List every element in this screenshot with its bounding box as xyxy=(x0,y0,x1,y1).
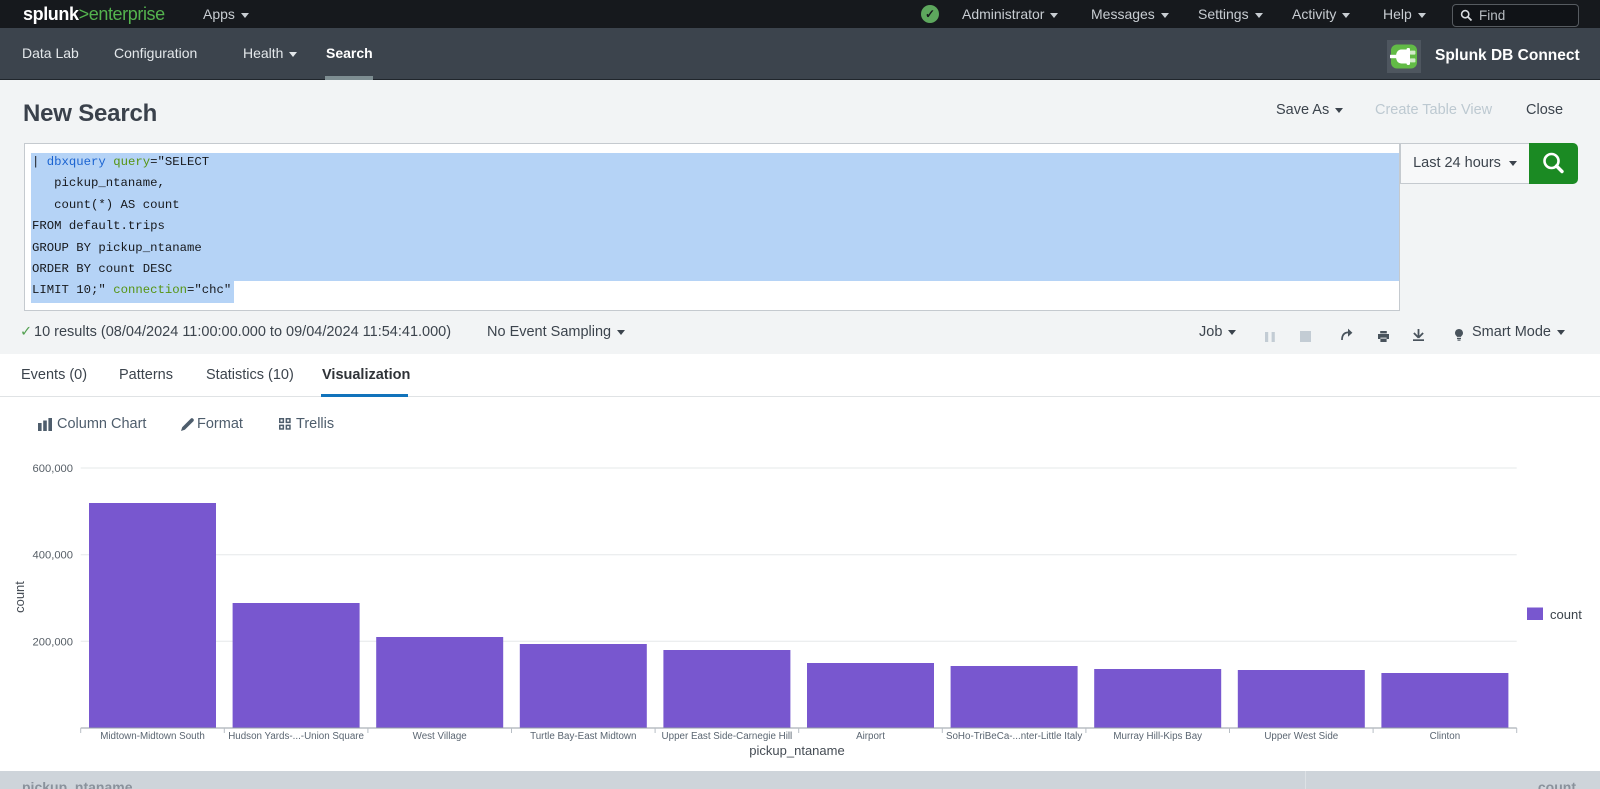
svg-text:Turtle Bay-East Midtown: Turtle Bay-East Midtown xyxy=(530,731,636,742)
svg-text:Murray Hill-Kips Bay: Murray Hill-Kips Bay xyxy=(1113,731,1202,742)
svg-text:Airport: Airport xyxy=(856,731,885,742)
svg-text:Clinton: Clinton xyxy=(1430,731,1461,742)
svg-text:200,000: 200,000 xyxy=(33,636,73,648)
svg-text:pickup_ntaname: pickup_ntaname xyxy=(749,743,844,758)
svg-text:count: count xyxy=(1550,607,1582,622)
svg-text:Midtown-Midtown South: Midtown-Midtown South xyxy=(100,731,205,742)
svg-text:600,000: 600,000 xyxy=(33,463,73,475)
svg-text:SoHo-TriBeCa-...nter-Little It: SoHo-TriBeCa-...nter-Little Italy xyxy=(946,731,1082,742)
svg-text:Upper East Side-Carnegie Hill: Upper East Side-Carnegie Hill xyxy=(662,731,793,742)
svg-text:count: count xyxy=(12,581,27,613)
svg-text:400,000: 400,000 xyxy=(33,550,73,562)
svg-text:Upper West Side: Upper West Side xyxy=(1264,731,1338,742)
svg-text:Hudson Yards-...-Union Square: Hudson Yards-...-Union Square xyxy=(228,731,364,742)
svg-text:West Village: West Village xyxy=(413,731,468,742)
